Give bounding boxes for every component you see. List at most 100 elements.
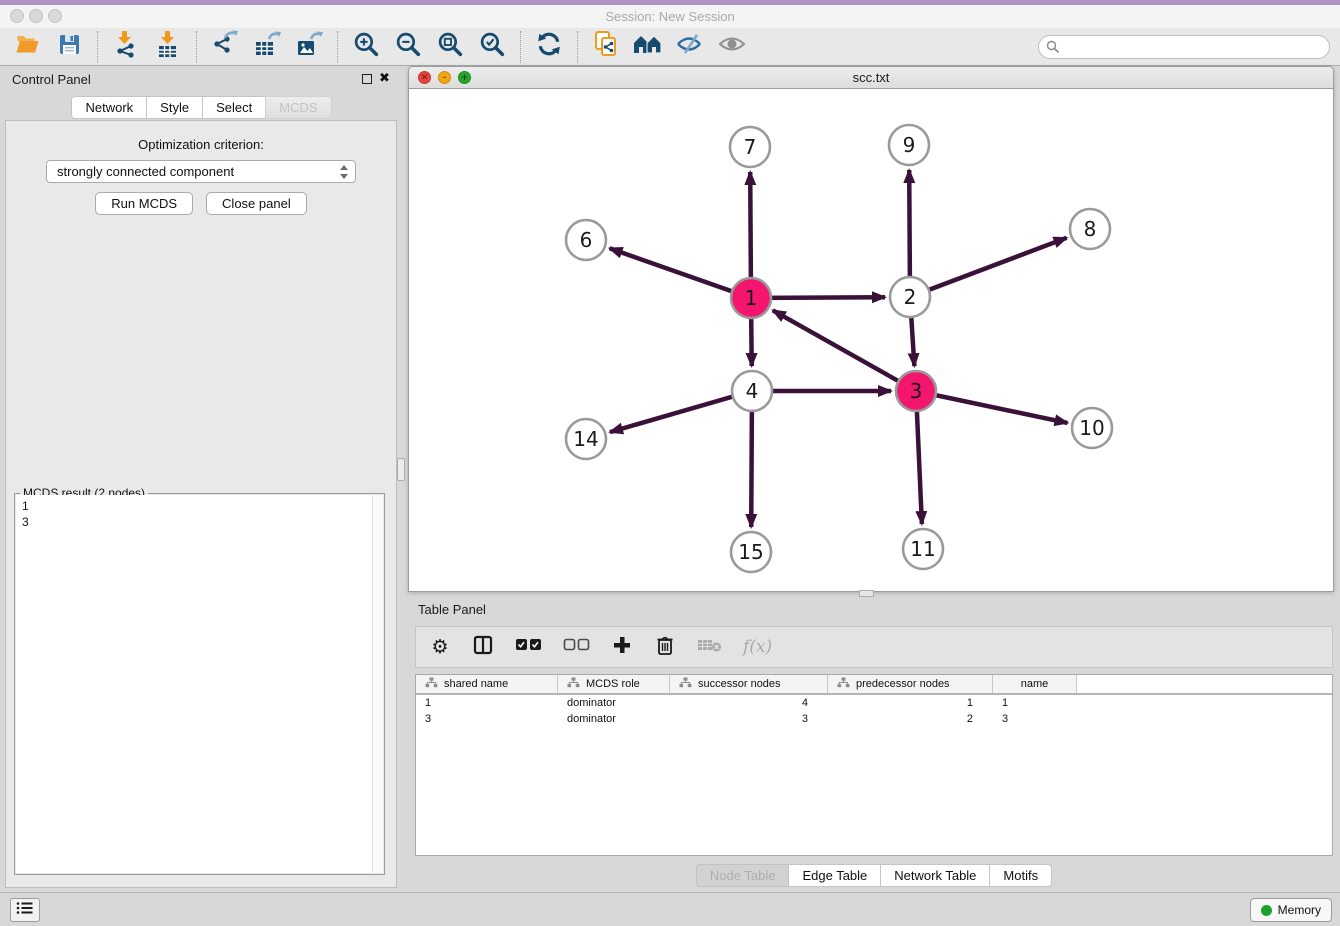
graph-edge-3-10[interactable] <box>916 391 1068 423</box>
graph-node-11[interactable]: 11 <box>903 529 943 569</box>
tab-network[interactable]: Network <box>71 96 147 119</box>
column-header-name[interactable]: name <box>993 675 1077 693</box>
table-cell: 2 <box>828 711 993 727</box>
float-panel-icon[interactable] <box>362 74 372 84</box>
column-header-predecessor-nodes[interactable]: predecessor nodes <box>828 675 993 693</box>
zoom-fit-button[interactable] <box>429 30 471 64</box>
graph-node-label: 15 <box>738 540 763 564</box>
save-disk-icon <box>57 32 81 61</box>
graph-node-15[interactable]: 15 <box>731 532 771 572</box>
table-header-row: shared name MCDS rolesuccessor nodesprede… <box>416 675 1332 695</box>
graph-node-label: 10 <box>1079 416 1104 440</box>
apply-layout-button[interactable] <box>528 30 570 64</box>
graph-node-label: 1 <box>745 286 758 310</box>
graph-node-label: 7 <box>744 135 757 159</box>
cytoscape-app: Session: New Session <box>0 0 1340 926</box>
open-session-button[interactable] <box>6 30 48 64</box>
zoom-in-button[interactable] <box>345 30 387 64</box>
clone-network-icon <box>593 30 619 63</box>
criterion-dropdown[interactable]: strongly connected component <box>46 160 356 183</box>
graph-node-10[interactable]: 10 <box>1072 408 1112 448</box>
column-header-shared-name[interactable]: shared name <box>416 675 558 693</box>
table-tab-network-table[interactable]: Network Table <box>880 864 990 887</box>
search-input[interactable] <box>1038 35 1330 59</box>
first-neighbors-button[interactable] <box>627 30 669 64</box>
export-table-icon <box>253 30 281 63</box>
save-session-button[interactable] <box>48 30 90 64</box>
graph-node-8[interactable]: 8 <box>1070 209 1110 249</box>
create-column-button[interactable] <box>611 632 633 662</box>
import-network-icon <box>112 30 140 63</box>
import-table-button[interactable] <box>147 30 189 64</box>
graph-node-1[interactable]: 1 <box>731 278 771 318</box>
tab-style[interactable]: Style <box>146 96 203 119</box>
result-scrollbar[interactable] <box>372 495 383 873</box>
close-panel-button[interactable]: Close panel <box>206 192 307 215</box>
export-table-button[interactable] <box>246 30 288 64</box>
select-all-columns-button[interactable] <box>515 632 542 662</box>
table-tab-edge-table[interactable]: Edge Table <box>788 864 881 887</box>
show-columns-button[interactable] <box>472 632 494 662</box>
function-builder-button[interactable]: f(x) <box>743 632 772 662</box>
graph-node-3[interactable]: 3 <box>896 371 936 411</box>
column-header-label: shared name <box>444 678 508 690</box>
graph-edge-4-14[interactable] <box>610 391 752 432</box>
table-toolbar: ⚙ f(x) <box>415 626 1333 668</box>
table-row[interactable]: 3dominator323 <box>416 711 1332 727</box>
mcds-result-text[interactable]: 13 <box>16 495 383 873</box>
memory-button[interactable]: Memory <box>1250 898 1332 922</box>
main-toolbar <box>0 28 1340 66</box>
delete-column-button[interactable] <box>654 632 676 662</box>
toolbar-separator <box>337 31 338 63</box>
dropdown-stepper-icon <box>340 165 349 179</box>
column-header-MCDS-role[interactable]: MCDS role <box>558 675 670 693</box>
table-tab-motifs[interactable]: Motifs <box>989 864 1052 887</box>
deselect-all-columns-button[interactable] <box>563 632 590 662</box>
show-panels-button[interactable] <box>10 898 40 922</box>
graph-node-label: 2 <box>904 285 917 309</box>
status-bar: Memory <box>0 892 1340 926</box>
show-all-button[interactable] <box>711 30 753 64</box>
clone-network-button[interactable] <box>585 30 627 64</box>
toolbar-separator <box>520 31 521 63</box>
delete-table-button[interactable] <box>697 632 722 662</box>
export-image-button[interactable] <box>288 30 330 64</box>
graph-node-9[interactable]: 9 <box>889 125 929 165</box>
export-network-button[interactable] <box>204 30 246 64</box>
run-mcds-button[interactable]: Run MCDS <box>95 192 193 215</box>
vertical-splitter-grip[interactable] <box>397 458 405 481</box>
table-tab-node-table[interactable]: Node Table <box>696 864 790 887</box>
network-window-titlebar[interactable]: ✕ – + scc.txt <box>409 67 1333 89</box>
table-body: 1dominator4113dominator323 <box>416 695 1332 727</box>
graph-node-4[interactable]: 4 <box>732 371 772 411</box>
graph-node-2[interactable]: 2 <box>890 277 930 317</box>
zoom-selected-icon <box>479 31 506 63</box>
control-panel-title: Control Panel <box>12 72 91 87</box>
control-panel-header: Control Panel ✖ <box>0 66 403 94</box>
zoom-selected-button[interactable] <box>471 30 513 64</box>
tab-select[interactable]: Select <box>202 96 266 119</box>
graph-node-6[interactable]: 6 <box>566 220 606 260</box>
column-header-successor-nodes[interactable]: successor nodes <box>670 675 828 693</box>
toolbar-separator <box>196 31 197 63</box>
hide-selected-button[interactable] <box>669 30 711 64</box>
graph-node-label: 9 <box>903 133 916 157</box>
import-network-button[interactable] <box>105 30 147 64</box>
zoom-out-button[interactable] <box>387 30 429 64</box>
network-canvas[interactable]: 7 9 6 8 1 2 4 3 14 10 15 11 <box>409 89 1333 591</box>
column-header-label: name <box>1021 678 1049 690</box>
tab-mcds[interactable]: MCDS <box>265 96 331 119</box>
graph-edge-3-1[interactable] <box>773 310 916 391</box>
fx-icon: f(x) <box>743 637 772 657</box>
table-settings-button[interactable]: ⚙ <box>429 632 451 662</box>
eye-icon <box>718 35 746 58</box>
table-row[interactable]: 1dominator411 <box>416 695 1332 711</box>
table-cell: 1 <box>828 695 993 711</box>
graph-node-14[interactable]: 14 <box>566 419 606 459</box>
graph-node-label: 3 <box>910 379 923 403</box>
network-view-window: ✕ – + scc.txt 7 9 6 8 1 2 4 3 14 10 15 11 <box>408 66 1334 592</box>
graph-edge-1-6[interactable] <box>610 248 751 298</box>
close-panel-icon[interactable]: ✖ <box>379 71 390 86</box>
graph-node-7[interactable]: 7 <box>730 127 770 167</box>
graph-edge-2-8[interactable] <box>910 238 1067 297</box>
